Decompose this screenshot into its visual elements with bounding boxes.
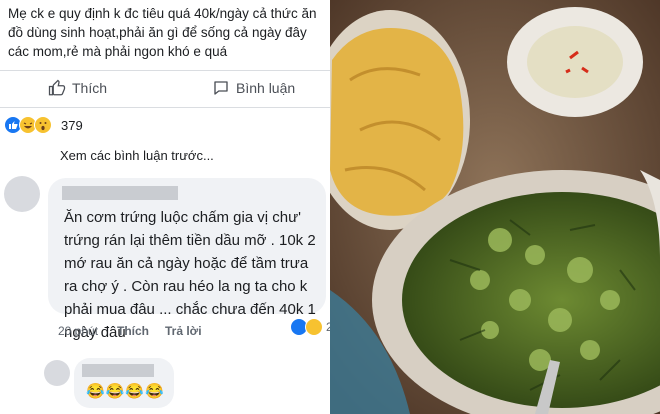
post-action-bar: Thích Bình luận — [0, 70, 330, 108]
commenter-avatar[interactable] — [4, 176, 40, 212]
comment-bubble: Ăn cơm trứng luộc chấm gia vị chư' trứng… — [48, 178, 326, 341]
reaction-count: 379 — [61, 117, 83, 133]
reply-emojis: 😂😂😂😂 — [86, 383, 165, 400]
post-text: Mẹ ck e quy định k đc tiêu quá 40k/ngày … — [8, 6, 317, 59]
comment-reactions[interactable]: 2 — [290, 318, 330, 336]
dipping-sauce-bowl-icon — [527, 26, 623, 98]
reply-avatar[interactable] — [44, 360, 70, 386]
wow-reaction-icon — [34, 116, 52, 134]
reply-bubble: 😂😂😂😂 — [74, 358, 174, 408]
comment-reply-link[interactable]: Trả lời — [165, 324, 202, 338]
food-photo — [330, 0, 660, 414]
speech-bubble-icon — [214, 81, 228, 95]
like-button-label: Thích — [72, 80, 108, 96]
comment-button[interactable]: Bình luận — [212, 79, 295, 97]
comment-button-label: Bình luận — [236, 80, 296, 96]
comment-timestamp[interactable]: 20 phút — [58, 324, 98, 338]
comment-like-link[interactable]: Thích — [117, 324, 149, 338]
view-previous-comments-link[interactable]: Xem các bình luận trước... — [60, 148, 214, 163]
facebook-post-panel: Mẹ ck e quy định k đc tiêu quá 40k/ngày … — [0, 0, 330, 414]
thumbs-up-icon — [48, 79, 66, 96]
haha-reaction-icon — [305, 318, 323, 336]
like-button[interactable]: Thích — [48, 79, 107, 97]
commenter-name-redacted — [62, 186, 178, 200]
reaction-summary[interactable]: 379 — [4, 116, 83, 134]
food-photo-illustration — [330, 0, 660, 414]
reply-name-redacted — [82, 364, 154, 377]
